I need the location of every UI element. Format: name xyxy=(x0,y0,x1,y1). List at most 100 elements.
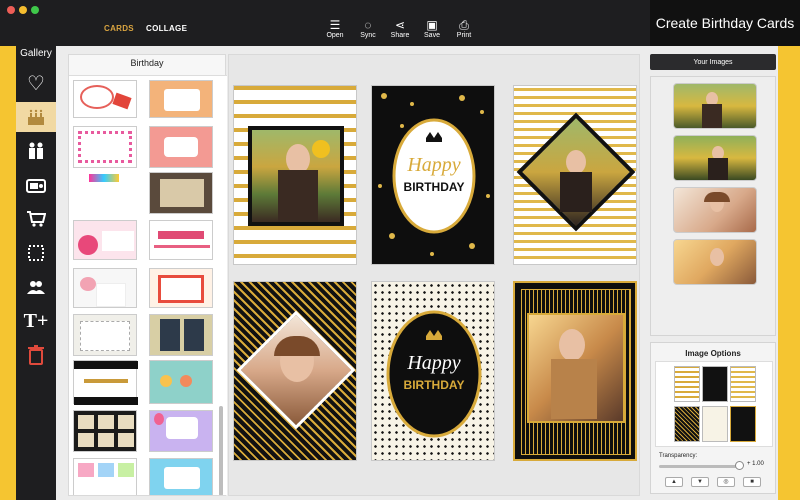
radio-icon xyxy=(26,179,46,193)
template-thumb[interactable] xyxy=(73,314,137,356)
sync-button[interactable]: ◌ Sync xyxy=(353,18,383,39)
share-button[interactable]: ⋖ Share xyxy=(385,18,415,39)
template-thumb[interactable] xyxy=(73,360,138,405)
settings-icon: ◎ xyxy=(723,479,729,485)
card-template-5[interactable]: Happy BIRTHDAY xyxy=(371,281,495,461)
template-thumb[interactable] xyxy=(73,80,137,118)
frame-options-grid xyxy=(655,361,773,447)
card-template-3[interactable] xyxy=(513,85,637,265)
frame-option[interactable] xyxy=(674,406,700,442)
sync-icon: ◌ xyxy=(364,18,372,32)
template-thumb[interactable] xyxy=(149,126,213,168)
card-template-6[interactable] xyxy=(513,281,637,461)
trash-icon: ■ xyxy=(750,479,754,485)
your-images-list[interactable] xyxy=(650,76,776,336)
move-down-button[interactable]: ▼ xyxy=(691,477,709,487)
template-thumb[interactable] xyxy=(149,220,213,260)
user-image-thumb[interactable] xyxy=(673,83,757,129)
share-icon: ⋖ xyxy=(394,18,406,32)
transparency-slider[interactable] xyxy=(659,465,737,468)
user-image-thumb[interactable] xyxy=(673,135,757,181)
titlebar: CARDS COLLAGE ☰ Open ◌ Sync ⋖ Share ▣ Sa… xyxy=(0,0,650,46)
zoom-window-button[interactable] xyxy=(31,6,39,14)
template-thumb[interactable] xyxy=(73,126,137,168)
card-template-2[interactable]: Happy BIRTHDAY xyxy=(371,85,495,265)
cake-icon xyxy=(28,109,44,125)
user-image-thumb[interactable] xyxy=(673,187,757,233)
delete-image-button[interactable]: ■ xyxy=(743,477,761,487)
frame-option[interactable] xyxy=(702,366,728,402)
template-thumb[interactable] xyxy=(73,410,137,452)
template-thumb[interactable] xyxy=(73,172,137,186)
tab-cards[interactable]: CARDS xyxy=(104,24,134,33)
category-sidebar: Gallery ♡ T+ xyxy=(16,46,56,500)
text-plus-icon: T+ xyxy=(23,309,49,332)
card-birthday-text: BIRTHDAY xyxy=(403,180,465,194)
template-thumb[interactable] xyxy=(149,80,213,118)
sidebar-item-radio[interactable] xyxy=(16,170,56,200)
minimize-window-button[interactable] xyxy=(19,6,27,14)
up-arrow-icon: ▲ xyxy=(671,479,677,485)
frame-option[interactable] xyxy=(730,366,756,402)
sidebar-item-friends[interactable] xyxy=(16,272,56,302)
save-button[interactable]: ▣ Save xyxy=(417,18,447,39)
card-template-4[interactable] xyxy=(233,281,357,461)
main-area: Birthday Happy BIRTHDAY Happy BIRTHDAY Y… xyxy=(56,46,778,500)
transparency-value: + 1.00 xyxy=(747,461,764,467)
card-template-1[interactable] xyxy=(233,85,357,265)
tab-collage[interactable]: COLLAGE xyxy=(146,24,187,33)
family-icon xyxy=(29,142,43,159)
image-options-panel: Image Options Transparency: + 1.00 ▲ ▼ ◎… xyxy=(650,342,776,494)
template-thumb[interactable] xyxy=(149,458,213,495)
your-images-button[interactable]: Your Images xyxy=(650,54,776,70)
open-icon: ☰ xyxy=(329,18,341,32)
sidebar-item-text[interactable]: T+ xyxy=(16,306,56,336)
image-settings-button[interactable]: ◎ xyxy=(717,477,735,487)
sidebar-item-delete[interactable] xyxy=(16,340,56,370)
frame-option[interactable] xyxy=(674,366,700,402)
template-panel: Birthday xyxy=(68,54,227,496)
template-thumb[interactable] xyxy=(149,314,213,356)
print-label: Print xyxy=(456,32,472,39)
background-strip xyxy=(778,46,800,500)
cart-icon xyxy=(27,211,46,227)
template-thumb[interactable] xyxy=(149,360,213,404)
transparency-label: Transparency: xyxy=(659,453,698,459)
template-thumb[interactable] xyxy=(73,458,137,495)
card-happy-text: Happy xyxy=(407,154,461,176)
sidebar-item-cart[interactable] xyxy=(16,204,56,234)
sidebar-item-love[interactable]: ♡ xyxy=(16,68,56,98)
template-thumb[interactable] xyxy=(149,172,213,214)
frame-option[interactable] xyxy=(730,406,756,442)
app-window: CARDS COLLAGE ☰ Open ◌ Sync ⋖ Share ▣ Sa… xyxy=(0,0,800,500)
open-button[interactable]: ☰ Open xyxy=(320,18,350,39)
image-options-title: Image Options xyxy=(685,349,741,358)
promo-banner: Create Birthday Cards xyxy=(650,0,800,46)
transparency-slider-handle[interactable] xyxy=(735,461,744,470)
close-window-button[interactable] xyxy=(7,6,15,14)
heart-icon: ♡ xyxy=(27,72,45,95)
print-button[interactable]: ⎙ Print xyxy=(449,18,479,39)
card-birthday-text: BIRTHDAY xyxy=(403,378,465,392)
right-panel: Your Images Image Options Transparency: … xyxy=(648,54,778,496)
move-up-button[interactable]: ▲ xyxy=(665,477,683,487)
template-thumb[interactable] xyxy=(149,410,213,452)
user-image-thumb[interactable] xyxy=(673,239,757,285)
card-canvas: Happy BIRTHDAY Happy BIRTHDAY xyxy=(228,54,640,496)
sidebar-item-frame[interactable] xyxy=(16,238,56,268)
sidebar-item-birthday[interactable] xyxy=(16,102,56,132)
frame-icon xyxy=(28,245,44,261)
save-icon: ▣ xyxy=(426,18,438,32)
template-list-scrollbar[interactable] xyxy=(219,406,223,495)
template-thumb[interactable] xyxy=(73,268,137,308)
template-list[interactable] xyxy=(69,75,227,495)
trash-icon xyxy=(28,345,44,365)
template-thumb[interactable] xyxy=(73,220,137,260)
sync-label: Sync xyxy=(360,32,376,39)
template-thumb[interactable] xyxy=(149,268,213,308)
frame-option[interactable] xyxy=(702,406,728,442)
save-label: Save xyxy=(424,32,440,39)
friends-icon xyxy=(27,281,45,294)
sidebar-item-family[interactable] xyxy=(16,136,56,166)
gallery-label: Gallery xyxy=(20,48,52,59)
